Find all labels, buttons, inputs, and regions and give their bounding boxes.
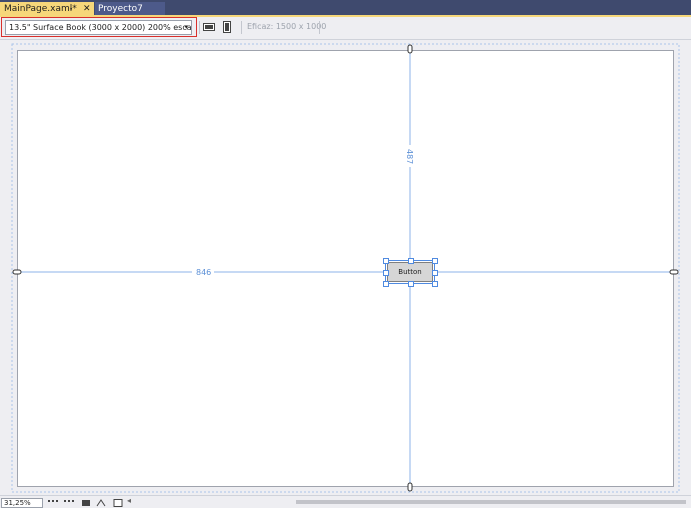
resize-handle-top-right[interactable] [432, 258, 438, 264]
horizontal-scrollbar[interactable] [296, 500, 686, 504]
project-code-icon[interactable] [113, 499, 123, 507]
scroll-left-icon[interactable]: ◂ [127, 496, 131, 505]
distance-left-label: 846 [196, 268, 211, 277]
zoom-dropdown[interactable]: 31,25% [1, 498, 43, 508]
zoom-value: 31,25% [4, 499, 31, 507]
layout-guides: 846 487 [11, 43, 680, 493]
bottom-anchor-handle-icon [407, 482, 413, 492]
designer-status-bar: 31,25% ◂ [0, 495, 691, 508]
resize-handle-bottom[interactable] [408, 281, 414, 287]
distance-top-label: 487 [405, 149, 414, 164]
margin-guide [11, 43, 680, 493]
right-anchor-handle-icon [669, 269, 679, 275]
resize-handle-bottom-right[interactable] [432, 281, 438, 287]
artboard-background-icon[interactable] [81, 499, 91, 507]
top-anchor-handle-icon [407, 44, 413, 54]
resize-handle-left[interactable] [383, 270, 389, 276]
resize-handle-top[interactable] [408, 258, 414, 264]
canvas-button-label: Button [398, 268, 422, 276]
grid-toggle-icon[interactable] [48, 499, 58, 507]
snap-to-snaplines-icon[interactable] [96, 499, 106, 507]
left-anchor-handle-icon [12, 269, 22, 275]
resize-handle-top-left[interactable] [383, 258, 389, 264]
snap-to-grid-icon[interactable] [64, 499, 74, 507]
resize-handle-right[interactable] [432, 270, 438, 276]
resize-handle-bottom-left[interactable] [383, 281, 389, 287]
canvas-button[interactable]: Button [387, 262, 433, 282]
